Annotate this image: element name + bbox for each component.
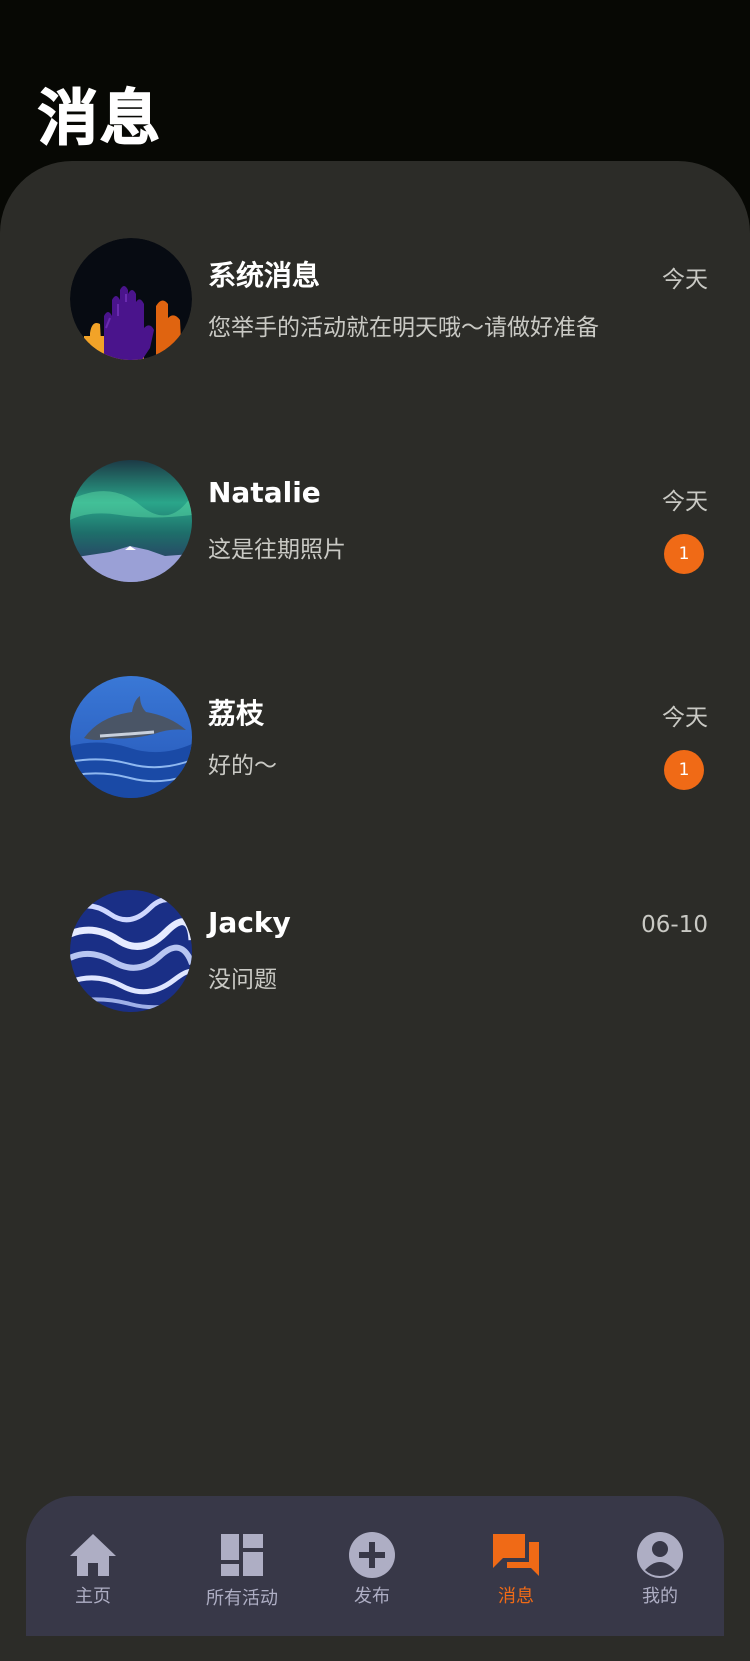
tab-label: 主页 [75,1586,111,1607]
unread-badge: 1 [664,534,704,574]
tab-label: 发布 [354,1586,390,1607]
bottom-tab-bar: 主页 所有活动 发布 消息 我的 [26,1496,724,1636]
message-preview: 没问题 [208,967,277,993]
message-preview: 您举手的活动就在明天哦～请做好准备 [208,315,599,341]
message-date: 今天 [662,267,708,293]
tab-mine[interactable]: 我的 [600,1496,720,1624]
message-sender-name: Natalie [208,476,321,509]
home-icon [68,1530,118,1580]
add-circle-icon [347,1530,397,1580]
tab-publish[interactable]: 发布 [312,1496,432,1624]
message-item-jacky[interactable]: Jacky 没问题 06-10 [70,890,710,1014]
message-item-system[interactable]: 系统消息 您举手的活动就在明天哦～请做好准备 今天 [70,238,710,362]
dashboard-icon [217,1530,267,1580]
tab-home[interactable]: 主页 [33,1496,153,1624]
raised-hands-avatar [70,238,192,360]
message-sender-name: 荔枝 [208,697,265,730]
message-list-panel: 系统消息 您举手的活动就在明天哦～请做好准备 今天 Natalie 这是往期照片… [0,161,750,1661]
dolphin-avatar [70,676,192,798]
message-item-lizhi[interactable]: 荔枝 好的～ 今天 1 [70,676,710,800]
tab-label: 我的 [642,1586,678,1607]
message-date: 今天 [662,705,708,731]
message-preview: 这是往期照片 [208,537,346,563]
unread-badge: 1 [664,750,704,790]
tab-all-activities[interactable]: 所有活动 [182,1496,302,1624]
message-date: 今天 [662,489,708,515]
account-circle-icon [635,1530,685,1580]
tab-label: 所有活动 [206,1588,278,1609]
tab-label: 消息 [498,1586,534,1607]
aurora-avatar [70,460,192,582]
message-sender-name: Jacky [208,906,291,939]
message-date: 06-10 [641,912,708,938]
chat-icon [491,1530,541,1580]
message-preview: 好的～ [208,753,277,779]
message-item-natalie[interactable]: Natalie 这是往期照片 今天 1 [70,460,710,584]
ocean-waves-avatar [70,890,192,1012]
tab-messages[interactable]: 消息 [456,1496,576,1624]
page-title: 消息 [37,83,162,155]
message-sender-name: 系统消息 [208,259,321,292]
